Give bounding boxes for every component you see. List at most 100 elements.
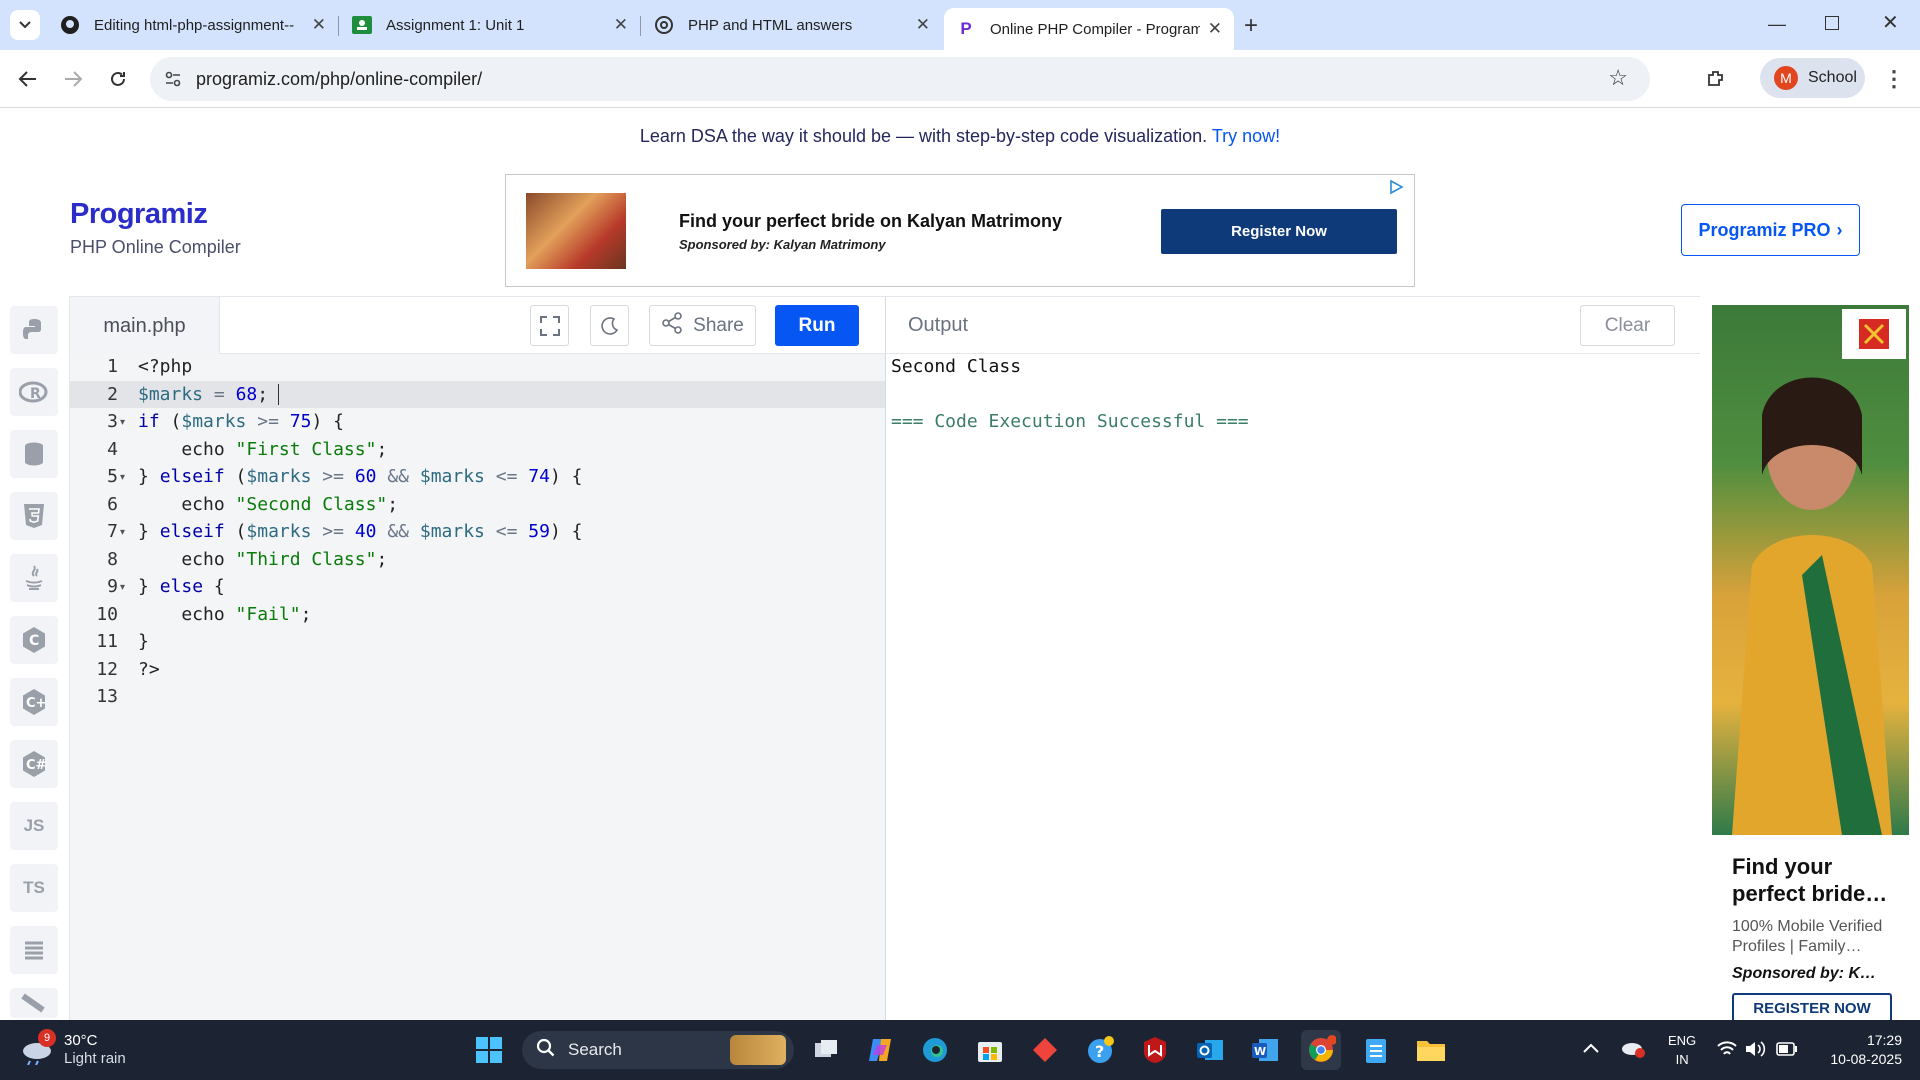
- outlook-icon[interactable]: [1190, 1030, 1230, 1070]
- c-icon[interactable]: C: [10, 616, 58, 664]
- logo-subtitle: PHP Online Compiler: [70, 237, 241, 257]
- task-view-icon[interactable]: [806, 1030, 846, 1070]
- typescript-icon[interactable]: TS: [10, 864, 58, 912]
- file-tab[interactable]: main.php: [70, 297, 220, 355]
- code-editor[interactable]: 1 2 3 4 5 6 7 8 9 10 11 12 13 ▾ ▾ ▾ ▾ <?…: [70, 354, 885, 1020]
- edge-icon[interactable]: [915, 1030, 955, 1070]
- share-button[interactable]: Share: [649, 305, 756, 346]
- output-header: Output Clear: [885, 296, 1700, 354]
- output-title: Output: [908, 314, 969, 336]
- top-advertisement[interactable]: Find your perfect bride on Kalyan Matrim…: [505, 174, 1415, 287]
- profile-name: School: [1808, 69, 1857, 86]
- code-line: if ($marks >= 75) {: [138, 411, 344, 432]
- code-line: } elseif ($marks >= 60 && $marks <= 74) …: [138, 466, 583, 487]
- ad-register-button[interactable]: Register Now: [1161, 209, 1397, 254]
- bookmark-star-icon[interactable]: ☆: [1608, 65, 1628, 91]
- profile-button[interactable]: M School: [1760, 58, 1865, 98]
- adchoices-icon[interactable]: [1388, 179, 1404, 200]
- taskbar-search[interactable]: Search: [522, 1031, 794, 1069]
- forward-icon[interactable]: [57, 63, 89, 95]
- chevron-up-icon[interactable]: [1583, 1040, 1599, 1058]
- menu-icon[interactable]: ⋮: [1878, 63, 1910, 95]
- battery-icon[interactable]: [1776, 1042, 1798, 1061]
- clear-button[interactable]: Clear: [1580, 305, 1675, 346]
- close-tab-icon[interactable]: ✕: [614, 15, 628, 35]
- swift-icon[interactable]: [10, 988, 58, 1018]
- mcafee-icon[interactable]: [1135, 1030, 1175, 1070]
- close-tab-icon[interactable]: ✕: [312, 15, 326, 35]
- banner-text: Learn DSA the way it should be — with st…: [639, 126, 1208, 146]
- svg-text:W: W: [1254, 1045, 1266, 1058]
- back-icon[interactable]: [12, 63, 44, 95]
- close-tab-icon[interactable]: ✕: [916, 15, 930, 35]
- chrome-icon[interactable]: [1301, 1030, 1341, 1070]
- clock[interactable]: 17:29 10-08-2025: [1812, 1031, 1902, 1069]
- code-line: echo "First Class";: [138, 439, 388, 460]
- word-icon[interactable]: W: [1245, 1030, 1285, 1070]
- ad-register-button[interactable]: REGISTER NOW: [1732, 993, 1892, 1023]
- share-label: Share: [693, 314, 744, 336]
- close-window-icon[interactable]: ✕: [1882, 10, 1899, 35]
- programiz-logo[interactable]: Programiz PHP Online Compiler: [70, 198, 241, 258]
- fold-arrow-icon[interactable]: ▾: [120, 472, 125, 483]
- microsoft-store-icon[interactable]: [970, 1030, 1010, 1070]
- html-icon[interactable]: [10, 492, 58, 540]
- volume-icon[interactable]: [1744, 1039, 1766, 1064]
- url-text: programiz.com/php/online-compiler/: [196, 69, 483, 89]
- reload-icon[interactable]: [102, 63, 134, 95]
- fold-arrow-icon[interactable]: ▾: [120, 417, 125, 428]
- code-line: ?>: [138, 659, 160, 680]
- weather-widget[interactable]: 9 30°C Light rain: [20, 1029, 126, 1070]
- programiz-pro-button[interactable]: Programiz PRO ›: [1681, 204, 1860, 256]
- python-icon[interactable]: [10, 306, 58, 354]
- code-line: <?php: [138, 356, 193, 377]
- try-now-link[interactable]: Try now!: [1212, 126, 1280, 146]
- go-icon[interactable]: [10, 926, 58, 974]
- cpp-icon[interactable]: C+: [10, 678, 58, 726]
- line-number: 6: [107, 494, 118, 515]
- dark-mode-icon[interactable]: [590, 305, 629, 346]
- language-indicator[interactable]: ENG IN: [1668, 1031, 1696, 1069]
- new-tab-button[interactable]: +: [1244, 12, 1258, 40]
- fullscreen-icon[interactable]: [530, 305, 569, 346]
- editor-header: main.php Share Run: [70, 296, 885, 355]
- language-sidebar: R C C+ C# JS TS: [0, 296, 70, 1020]
- restore-icon[interactable]: [1825, 16, 1839, 30]
- notepad-icon[interactable]: [1356, 1030, 1396, 1070]
- search-placeholder: Search: [568, 1040, 622, 1059]
- tab-search-button[interactable]: [10, 10, 40, 40]
- wifi-icon[interactable]: [1716, 1040, 1738, 1063]
- file-explorer-icon[interactable]: [1411, 1030, 1451, 1070]
- javascript-icon[interactable]: JS: [10, 802, 58, 850]
- minimize-icon[interactable]: —: [1768, 14, 1786, 35]
- tab-chatgpt[interactable]: PHP and HTML answers ✕: [642, 8, 942, 42]
- csharp-icon[interactable]: C#: [10, 740, 58, 788]
- get-help-icon[interactable]: ?: [1080, 1030, 1120, 1070]
- ad-sponsor: Sponsored by: K…: [1732, 965, 1877, 982]
- site-info-icon[interactable]: [164, 70, 182, 93]
- tab-programiz[interactable]: P Online PHP Compiler - Program ✕: [944, 8, 1234, 50]
- anydesk-icon[interactable]: [1025, 1030, 1065, 1070]
- address-bar[interactable]: programiz.com/php/online-compiler/ ☆: [150, 57, 1650, 101]
- pro-label: Programiz PRO: [1698, 219, 1831, 240]
- kalyan-logo: [1842, 309, 1906, 359]
- windows-start-icon[interactable]: [469, 1030, 509, 1070]
- tab-github[interactable]: Editing html-php-assignment-- ✕: [48, 8, 338, 42]
- line-number: 10: [96, 604, 118, 625]
- java-icon[interactable]: [10, 554, 58, 602]
- run-button[interactable]: Run: [775, 305, 859, 346]
- svg-text:C+: C+: [26, 696, 46, 711]
- lang-code: ENG: [1668, 1033, 1697, 1048]
- close-tab-icon[interactable]: ✕: [1208, 19, 1222, 39]
- chatgpt-icon: [654, 15, 674, 35]
- svg-text:?: ?: [1095, 1042, 1104, 1061]
- r-icon[interactable]: R: [10, 368, 58, 416]
- extensions-icon[interactable]: [1700, 63, 1732, 95]
- tab-classroom[interactable]: Assignment 1: Unit 1 ✕: [340, 8, 640, 42]
- fold-arrow-icon[interactable]: ▾: [120, 527, 125, 538]
- copilot-icon[interactable]: [861, 1030, 901, 1070]
- side-advertisement[interactable]: Find your perfect bride… 100% Mobile Ver…: [1712, 305, 1909, 1023]
- sql-icon[interactable]: [10, 430, 58, 478]
- fold-arrow-icon[interactable]: ▾: [120, 582, 125, 593]
- onedrive-icon[interactable]: [1620, 1038, 1646, 1063]
